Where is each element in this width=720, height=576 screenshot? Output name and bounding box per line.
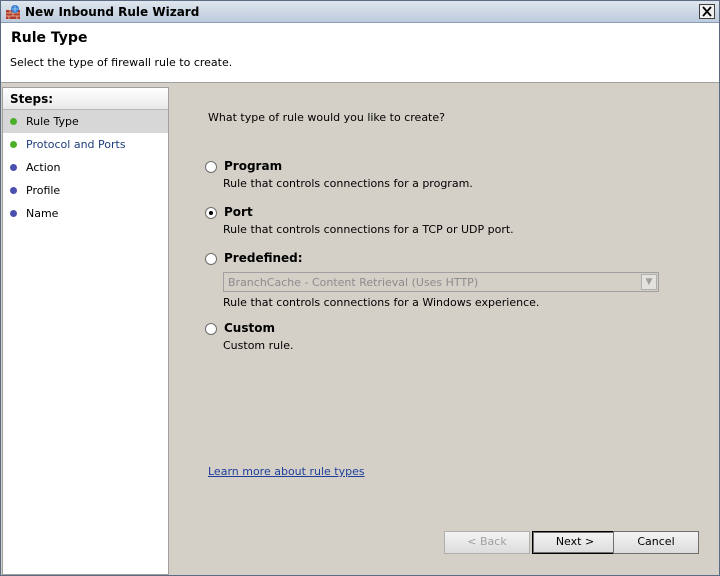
step-item[interactable]: Action [3,156,168,179]
step-status-icon [10,164,17,171]
cancel-button[interactable]: Cancel [613,531,699,554]
chevron-down-icon[interactable]: ▼ [641,274,657,290]
predefined-label[interactable]: Predefined: [224,251,303,265]
wizard-window: New Inbound Rule Wizard Rule Type Select… [0,0,720,576]
page-title: Rule Type [11,30,88,46]
step-status-icon [10,141,17,148]
predefined-select[interactable]: BranchCache - Content Retrieval (Uses HT… [223,272,659,292]
step-status-icon [10,118,17,125]
step-item[interactable]: Profile [3,179,168,202]
program-radio[interactable] [205,161,217,173]
program-description: Rule that controls connections for a pro… [223,177,473,190]
next-button[interactable]: Next > [532,531,618,554]
step-label: Protocol and Ports [26,138,126,151]
step-label: Profile [26,184,61,197]
step-label: Name [26,207,59,220]
port-radio[interactable] [205,207,217,219]
firewall-icon [6,5,20,19]
port-description: Rule that controls connections for a TCP… [223,223,514,236]
back-button[interactable]: < Back [444,531,530,554]
close-button[interactable] [699,4,715,19]
step-item[interactable]: Rule Type [3,110,168,133]
question-label: What type of rule would you like to crea… [208,111,445,124]
predefined-radio[interactable] [205,253,217,265]
custom-description: Custom rule. [223,339,294,352]
learn-more-link[interactable]: Learn more about rule types [208,465,365,478]
steps-panel: Steps: Rule Type Protocol and Ports Action… [2,87,169,575]
step-status-icon [10,210,17,217]
wizard-header: Rule Type Select the type of firewall ru… [1,23,719,83]
title-bar[interactable]: New Inbound Rule Wizard [1,1,719,23]
close-icon [702,6,712,17]
custom-radio[interactable] [205,323,217,335]
predefined-select-value: BranchCache - Content Retrieval (Uses HT… [228,276,479,289]
step-item[interactable]: Protocol and Ports [3,133,168,156]
window-title: New Inbound Rule Wizard [25,5,200,19]
main-content: What type of rule would you like to crea… [171,87,719,575]
program-label[interactable]: Program [224,159,282,173]
page-subtitle: Select the type of firewall rule to crea… [10,56,233,69]
step-status-icon [10,187,17,194]
step-item[interactable]: Name [3,202,168,225]
steps-heading: Steps: [3,88,168,110]
port-label[interactable]: Port [224,205,253,219]
predefined-description: Rule that controls connections for a Win… [223,296,540,309]
custom-label[interactable]: Custom [224,321,275,335]
step-label: Rule Type [26,115,79,128]
step-label: Action [26,161,61,174]
